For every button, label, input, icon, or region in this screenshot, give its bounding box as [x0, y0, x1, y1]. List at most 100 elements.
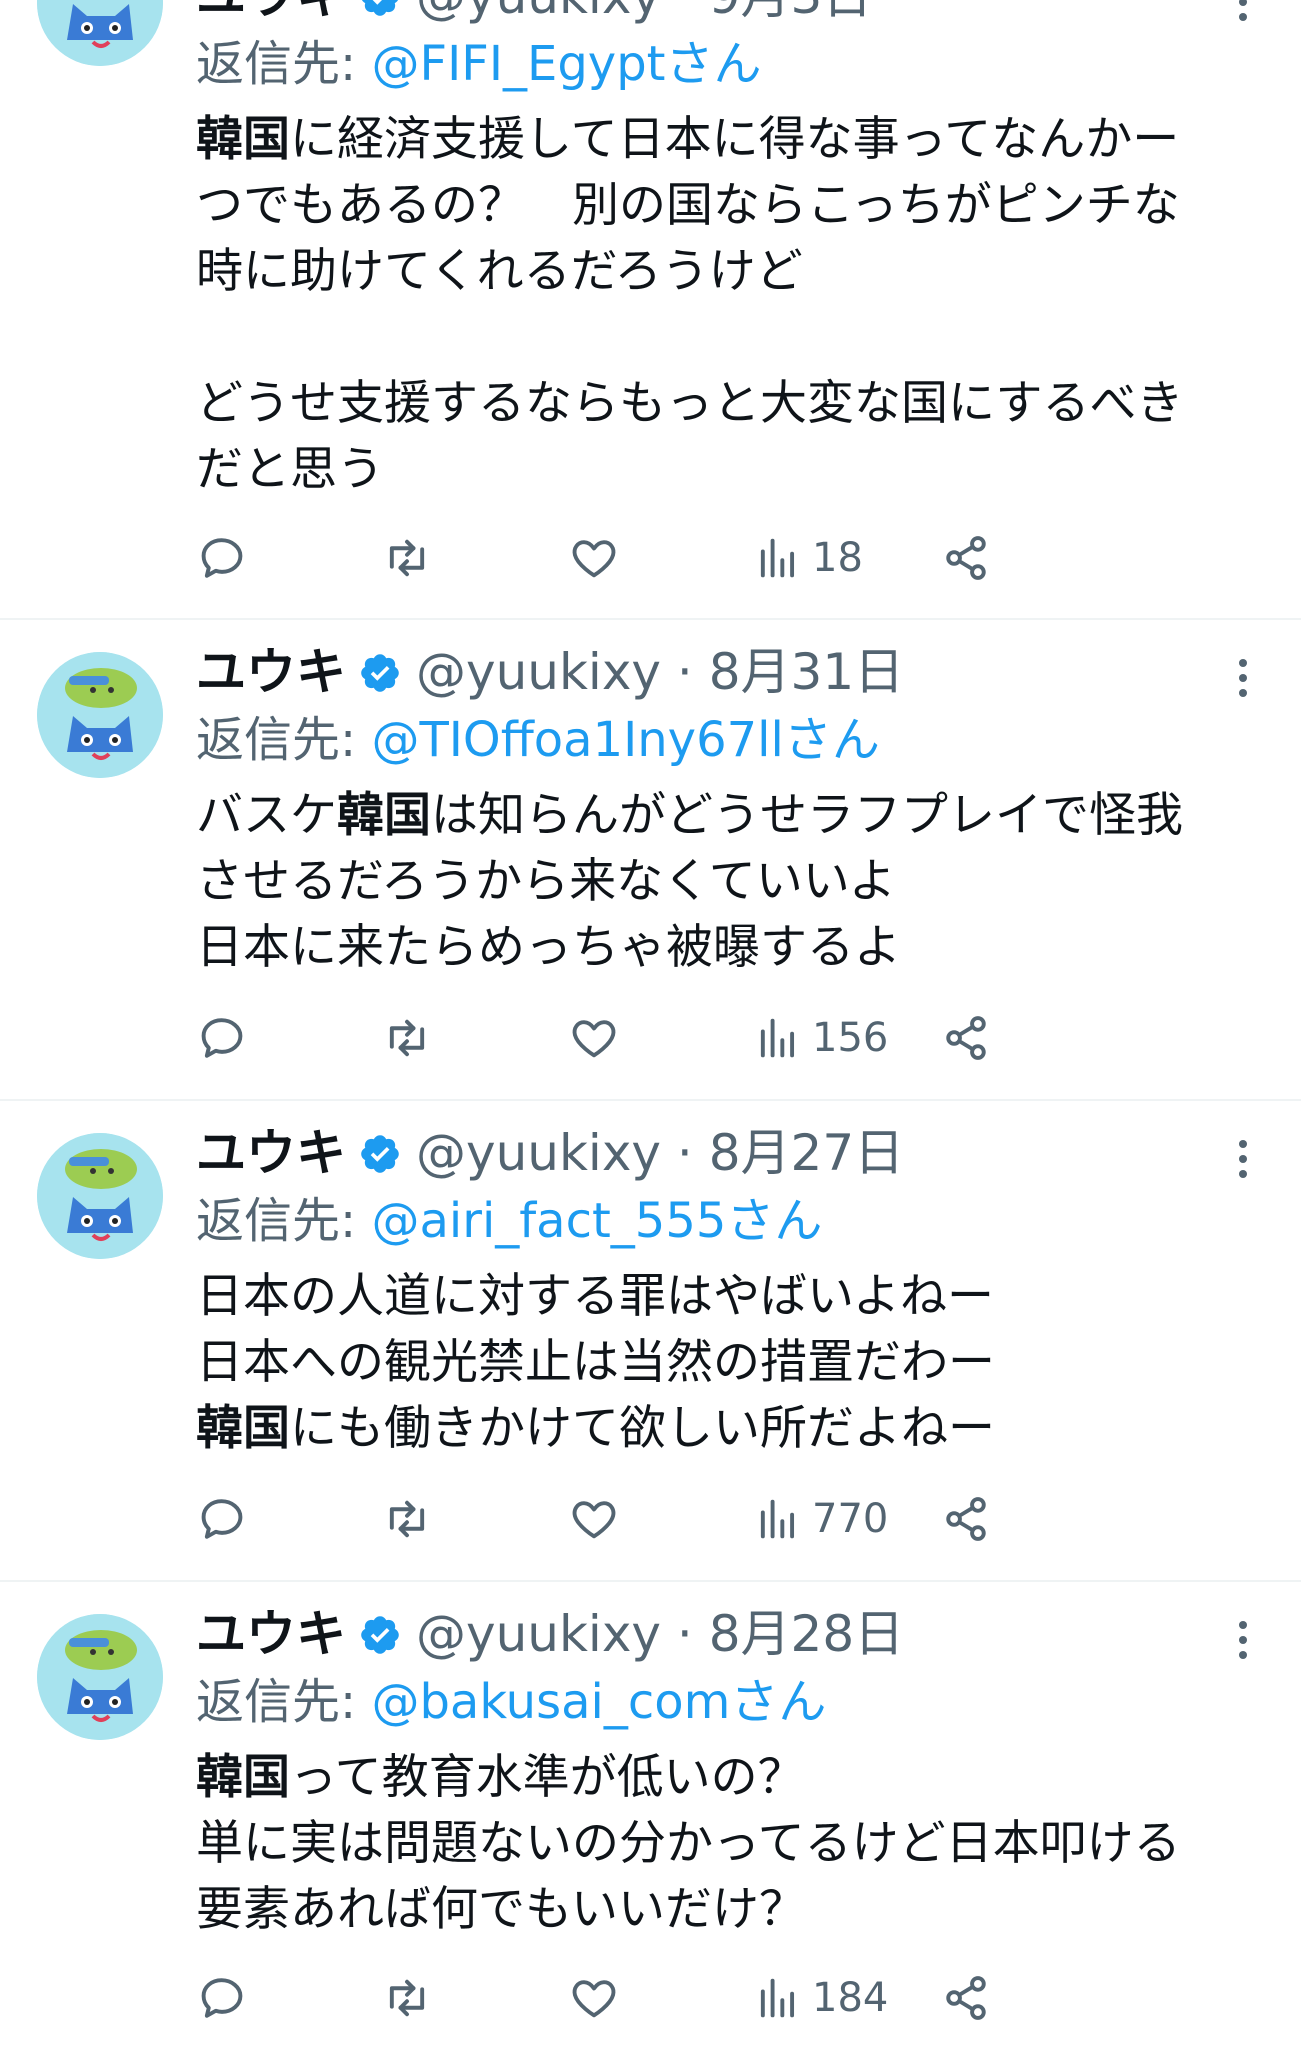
heart-icon: [572, 540, 616, 578]
tweet-actions: 18: [196, 530, 1256, 586]
retweet-icon: [389, 1979, 425, 2017]
tweet-divider: [0, 1580, 1301, 1582]
avatar[interactable]: [37, 0, 163, 66]
share-icon: [946, 1497, 986, 1541]
display-name[interactable]: ユウキ: [196, 643, 346, 701]
like-button[interactable]: [568, 1010, 620, 1066]
text-segment: って教育水準が低いの？ 単に実は問題ないの分かってるけど日本叩ける 要素あれば何…: [196, 1750, 1181, 1937]
tweet-text[interactable]: 日本の人道に対する罪はやばいよねー 日本への観光禁止は当然の措置だわー 韓国にも…: [196, 1264, 1256, 1462]
reply-to-line: 返信先: @bakusai_comさん: [196, 1672, 826, 1732]
verified-badge-icon: [358, 648, 402, 692]
reply-to-suffix: さん: [665, 36, 762, 92]
tweet-header: ユウキ @yuukixy · 8月27日: [196, 1123, 904, 1183]
more-options-icon[interactable]: [1237, 1620, 1249, 1660]
reply-to-user-link[interactable]: @bakusai_comさん: [371, 1674, 826, 1730]
tweet-divider: [0, 1099, 1301, 1101]
reply-to-user: @airi_fact_555: [371, 1193, 727, 1249]
reply-icon: [201, 538, 243, 578]
display-name[interactable]: ユウキ: [196, 1605, 346, 1663]
reply-to-user-link[interactable]: @FIFI_Egyptさん: [371, 36, 761, 92]
verified-badge-icon: [358, 1129, 402, 1173]
like-button[interactable]: [568, 530, 620, 586]
reply-icon: [201, 1978, 243, 2018]
avatar[interactable]: [37, 1614, 163, 1740]
user-handle[interactable]: @yuukixy: [416, 1124, 661, 1182]
views-count: 184: [812, 1975, 889, 2021]
tweet-date[interactable]: · 9月3日: [677, 0, 872, 25]
reply-to-label: 返信先:: [196, 36, 357, 92]
reply-button[interactable]: [196, 1010, 248, 1066]
avatar[interactable]: [37, 1133, 163, 1259]
tweet-actions: 156: [196, 1010, 1256, 1066]
reply-to-line: 返信先: @FIFI_Egyptさん: [196, 34, 762, 94]
retweet-icon: [389, 1019, 425, 1057]
tweet-text[interactable]: 韓国って教育水準が低いの？ 単に実は問題ないの分かってるけど日本叩ける 要素あれ…: [196, 1745, 1256, 1943]
reply-button[interactable]: [196, 530, 248, 586]
share-icon: [946, 1976, 986, 2020]
reply-to-label: 返信先:: [196, 712, 357, 768]
avatar[interactable]: [37, 652, 163, 778]
views-button[interactable]: 18: [752, 530, 863, 586]
share-button[interactable]: [940, 1010, 992, 1066]
reply-to-line: 返信先: @airi_fact_555さん: [196, 1191, 822, 1251]
more-options-icon[interactable]: [1237, 658, 1249, 698]
tweet-text[interactable]: 韓国に経済支援して日本に得な事ってなんかー つでもあるの？ 別の国ならこっちがピ…: [196, 107, 1256, 503]
reply-to-label: 返信先:: [196, 1674, 357, 1730]
reply-to-suffix: さん: [726, 1193, 823, 1249]
verified-badge-icon: [358, 0, 402, 16]
text-segment: 日本の人道に対する罪はやばいよねー 日本への観光禁止は当然の措置だわー: [196, 1269, 995, 1390]
reply-button[interactable]: [196, 1970, 248, 2026]
reply-to-user-link[interactable]: @TIOffoa1Iny67llさん: [371, 712, 879, 768]
like-button[interactable]: [568, 1970, 620, 2026]
retweet-button[interactable]: [381, 1970, 433, 2026]
views-chart-icon: [760, 1978, 795, 2018]
reply-button[interactable]: [196, 1491, 248, 1547]
retweet-button[interactable]: [381, 530, 433, 586]
bold-text-segment: 韓国: [196, 1401, 290, 1456]
views-button[interactable]: 770: [752, 1491, 888, 1547]
views-count: 770: [812, 1496, 889, 1542]
views-chart-icon: [760, 1018, 795, 1058]
text-segment: にも働きかけて欲しい所だよねー: [290, 1401, 995, 1456]
tweet-text[interactable]: バスケ韓国は知らんがどうせラフプレイで怪我 させるだろうから来なくていいよ 日本…: [196, 783, 1256, 981]
reply-to-label: 返信先:: [196, 1193, 357, 1249]
verified-badge-icon: [358, 1610, 402, 1654]
retweet-button[interactable]: [381, 1491, 433, 1547]
views-chart-icon: [760, 538, 795, 578]
tweet-actions: 770: [196, 1491, 1256, 1547]
share-button[interactable]: [940, 530, 992, 586]
views-button[interactable]: 184: [752, 1970, 888, 2026]
reply-to-suffix: さん: [783, 712, 880, 768]
tweet-date[interactable]: · 8月31日: [677, 643, 904, 701]
more-options-icon[interactable]: [1237, 0, 1249, 22]
tweet-header: ユウキ @yuukixy · 8月31日: [196, 642, 904, 702]
display-name[interactable]: ユウキ: [196, 1124, 346, 1182]
text-segment: に経済支援して日本に得な事ってなんかー つでもあるの？ 別の国ならこっちがピンチ…: [196, 112, 1184, 497]
heart-icon: [572, 1020, 616, 1058]
more-options-icon[interactable]: [1237, 1139, 1249, 1179]
text-segment: バスケ: [196, 788, 337, 843]
user-handle[interactable]: @yuukixy: [416, 1605, 661, 1663]
reply-icon: [201, 1018, 243, 1058]
share-icon: [946, 1016, 986, 1060]
heart-icon: [572, 1980, 616, 2018]
views-count: 18: [812, 535, 863, 581]
display-name[interactable]: ユウキ: [196, 0, 346, 25]
tweet-date[interactable]: · 8月28日: [677, 1605, 904, 1663]
user-handle[interactable]: @yuukixy: [416, 0, 661, 25]
share-icon: [946, 536, 986, 580]
share-button[interactable]: [940, 1491, 992, 1547]
tweet-header: ユウキ @yuukixy · 8月28日: [196, 1604, 904, 1664]
retweet-button[interactable]: [381, 1010, 433, 1066]
views-chart-icon: [760, 1499, 795, 1539]
tweet-date[interactable]: · 8月27日: [677, 1124, 904, 1182]
user-handle[interactable]: @yuukixy: [416, 643, 661, 701]
reply-to-user-link[interactable]: @airi_fact_555さん: [371, 1193, 822, 1249]
views-count: 156: [812, 1015, 889, 1061]
reply-to-user: @bakusai_com: [371, 1674, 731, 1730]
reply-icon: [201, 1499, 243, 1539]
share-button[interactable]: [940, 1970, 992, 2026]
like-button[interactable]: [568, 1491, 620, 1547]
views-button[interactable]: 156: [752, 1010, 888, 1066]
bold-text-segment: 韓国: [337, 788, 431, 843]
